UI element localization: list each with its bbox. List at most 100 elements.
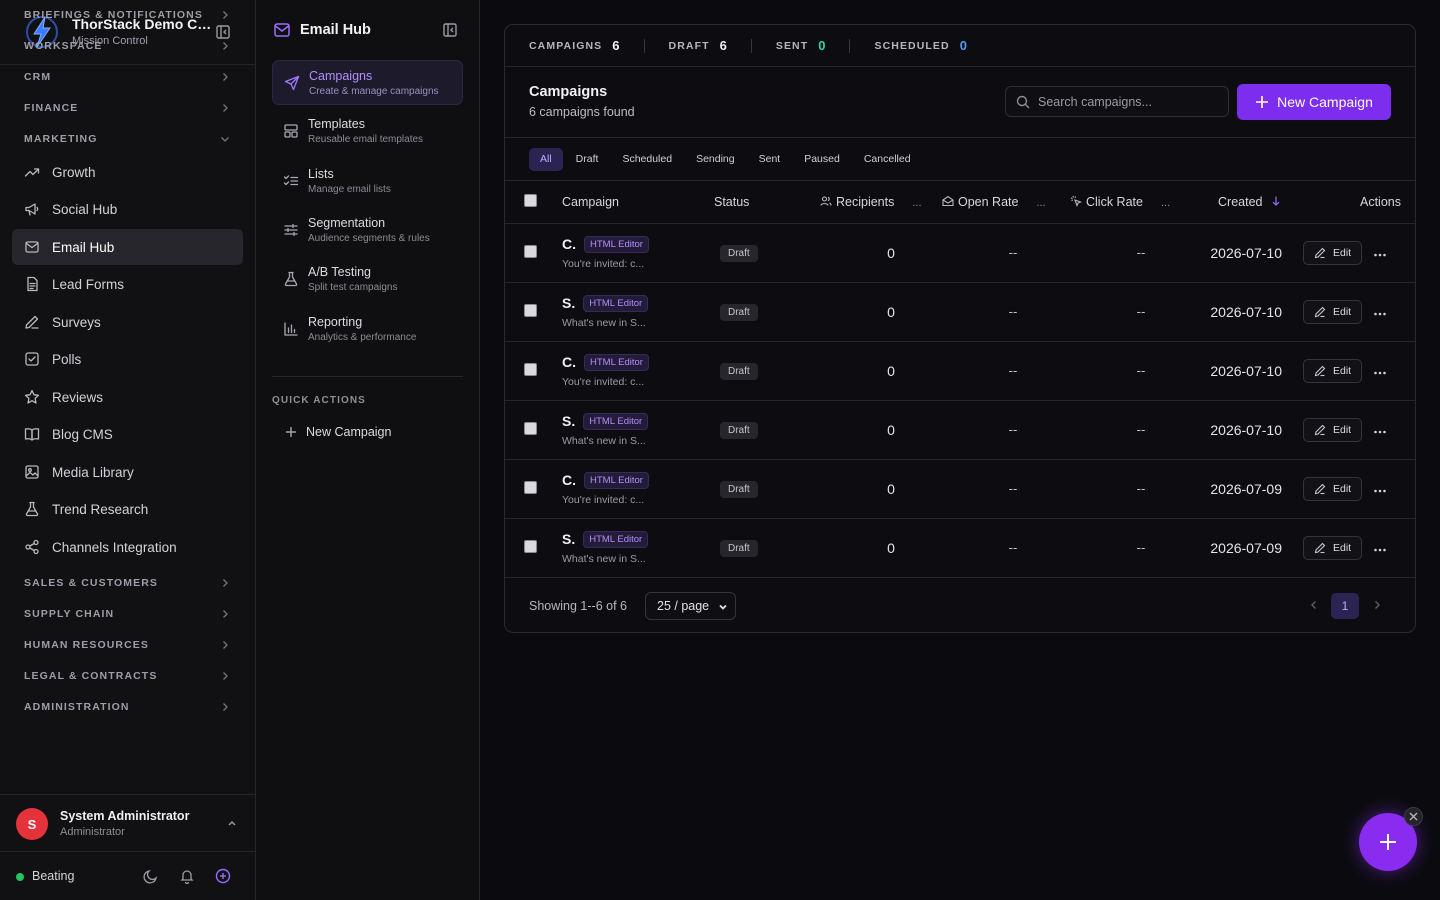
sidebar-item-blog-cms[interactable]: Blog CMS bbox=[12, 416, 243, 452]
subnav-item-templates[interactable]: Templates Reusable email templates bbox=[272, 109, 463, 154]
row-checkbox[interactable] bbox=[524, 303, 537, 317]
subnav-item-label: Lists bbox=[308, 167, 334, 181]
filter-tab-sending[interactable]: Sending bbox=[685, 148, 746, 171]
filter-tab-cancelled[interactable]: Cancelled bbox=[853, 148, 922, 171]
search-input[interactable] bbox=[1038, 87, 1224, 116]
more-options-icon[interactable] bbox=[1372, 424, 1388, 440]
sidebar-item-media-library[interactable]: Media Library bbox=[12, 454, 243, 490]
filter-tab-all[interactable]: All bbox=[529, 147, 563, 171]
new-campaign-button[interactable]: New Campaign bbox=[1237, 84, 1391, 120]
star-icon bbox=[24, 389, 40, 404]
col-click-rate[interactable]: Click Rate... bbox=[1064, 181, 1192, 224]
more-options-icon[interactable] bbox=[1372, 483, 1388, 499]
col-open-rate[interactable]: Open Rate... bbox=[936, 181, 1064, 224]
add-circle-icon[interactable] bbox=[215, 868, 231, 884]
table-row[interactable]: C. HTML Editor You're invited: c... Draft 0 -… bbox=[505, 341, 1415, 401]
sort-desc-icon[interactable] bbox=[1270, 195, 1282, 207]
stat-label: SENT bbox=[775, 39, 809, 52]
filter-tab-draft[interactable]: Draft bbox=[565, 148, 610, 171]
sidebar-section-crm[interactable]: CRM bbox=[12, 62, 243, 92]
moon-icon[interactable] bbox=[143, 868, 159, 884]
row-checkbox[interactable] bbox=[524, 480, 537, 494]
col-created[interactable]: Created bbox=[1192, 181, 1303, 224]
sidebar-item-surveys[interactable]: Surveys bbox=[12, 304, 243, 340]
table-row[interactable]: C. HTML Editor You're invited: c... Draft 0 -… bbox=[505, 223, 1415, 283]
subnav-item-reporting[interactable]: Reporting Analytics & performance bbox=[272, 307, 463, 352]
dismiss-fab-button[interactable] bbox=[1404, 807, 1423, 826]
col-recipients[interactable]: Recipients... bbox=[816, 181, 936, 224]
subnav-item-desc: Analytics & performance bbox=[308, 332, 417, 343]
table-row[interactable]: S. HTML Editor What's new in S... Draft 0 -- -… bbox=[505, 400, 1415, 460]
more-options-icon[interactable] bbox=[1372, 306, 1388, 322]
campaign-name[interactable]: S. bbox=[562, 531, 575, 547]
sidebar-item-email-hub[interactable]: Email Hub bbox=[12, 229, 243, 265]
sidebar-item-reviews[interactable]: Reviews bbox=[12, 379, 243, 415]
edit-button[interactable]: Edit bbox=[1303, 476, 1363, 501]
sidebar-item-social-hub[interactable]: Social Hub bbox=[12, 191, 243, 227]
page-size-select[interactable]: 25 / page bbox=[645, 592, 736, 620]
stat-divider bbox=[750, 38, 752, 53]
sidebar-item-label: Social Hub bbox=[52, 201, 118, 217]
campaign-name[interactable]: C. bbox=[562, 236, 576, 252]
quick-action-new-campaign[interactable]: New Campaign bbox=[272, 420, 463, 444]
chevron-left-icon[interactable] bbox=[1308, 599, 1320, 611]
campaign-name[interactable]: C. bbox=[562, 472, 576, 488]
col-open-rate-more[interactable]: ... bbox=[1036, 197, 1045, 209]
row-checkbox[interactable] bbox=[524, 244, 537, 258]
sidebar-item-growth[interactable]: Growth bbox=[12, 154, 243, 190]
filter-tab-sent[interactable]: Sent bbox=[748, 148, 792, 171]
sidebar-item-lead-forms[interactable]: Lead Forms bbox=[12, 266, 243, 302]
col-click-rate-more[interactable]: ... bbox=[1161, 197, 1170, 209]
campaign-name[interactable]: S. bbox=[562, 413, 575, 429]
edit-button[interactable]: Edit bbox=[1303, 240, 1363, 265]
edit-button[interactable]: Edit bbox=[1303, 535, 1363, 560]
sidebar-item-trend-research[interactable]: Trend Research bbox=[12, 491, 243, 527]
pencil-icon bbox=[1314, 483, 1326, 494]
sidebar-item-polls[interactable]: Polls bbox=[12, 341, 243, 377]
subnav-item-lists[interactable]: Lists Manage email lists bbox=[272, 159, 463, 204]
table-row[interactable]: C. HTML Editor You're invited: c... Draft 0 -… bbox=[505, 459, 1415, 519]
sidebar-section-sales-customers[interactable]: SALES & CUSTOMERS bbox=[12, 568, 243, 598]
sidebar-section-human-resources[interactable]: HUMAN RESOURCES bbox=[12, 630, 243, 660]
row-checkbox[interactable] bbox=[524, 539, 537, 553]
sidebar-section-workspace[interactable]: WORKSPACE bbox=[12, 31, 243, 61]
filter-tab-scheduled[interactable]: Scheduled bbox=[611, 148, 683, 171]
col-status[interactable]: Status bbox=[714, 181, 816, 224]
sidebar-section-briefings-notifications[interactable]: BRIEFINGS & NOTIFICATIONS bbox=[12, 0, 243, 30]
table-row[interactable]: S. HTML Editor What's new in S... Draft 0 -- -… bbox=[505, 518, 1415, 578]
row-checkbox[interactable] bbox=[524, 421, 537, 435]
bell-icon[interactable] bbox=[179, 868, 195, 884]
campaign-name[interactable]: C. bbox=[562, 354, 576, 370]
col-recipients-more[interactable]: ... bbox=[912, 197, 921, 209]
click-rate-value: -- bbox=[1136, 245, 1146, 260]
chevron-right-icon[interactable] bbox=[1371, 599, 1383, 611]
row-checkbox[interactable] bbox=[524, 362, 537, 376]
col-campaign[interactable]: Campaign bbox=[562, 181, 714, 224]
pencil-icon bbox=[1314, 365, 1326, 376]
chevron-up-icon[interactable] bbox=[226, 817, 238, 829]
page-number-button[interactable]: 1 bbox=[1331, 593, 1359, 619]
subnav-item-segmentation[interactable]: Segmentation Audience segments & rules bbox=[272, 208, 463, 253]
sidebar-section-marketing[interactable]: MARKETING bbox=[12, 124, 243, 154]
stat-value: 0 bbox=[959, 38, 967, 53]
edit-button[interactable]: Edit bbox=[1303, 299, 1363, 324]
select-all-checkbox[interactable] bbox=[524, 193, 537, 207]
sidebar-section-supply-chain[interactable]: SUPPLY CHAIN bbox=[12, 599, 243, 629]
sidebar-section-legal-contracts[interactable]: LEGAL & CONTRACTS bbox=[12, 661, 243, 691]
more-options-icon[interactable] bbox=[1372, 542, 1388, 558]
filter-tab-paused[interactable]: Paused bbox=[793, 148, 851, 171]
edit-button[interactable]: Edit bbox=[1303, 417, 1363, 442]
subnav-item-a-b-testing[interactable]: A/B Testing Split test campaigns bbox=[272, 257, 463, 302]
more-options-icon[interactable] bbox=[1372, 365, 1388, 381]
table-row[interactable]: S. HTML Editor What's new in S... Draft 0 -- -… bbox=[505, 282, 1415, 342]
sidebar-section-administration[interactable]: ADMINISTRATION bbox=[12, 692, 243, 722]
user-profile[interactable]: S System Administrator Administrator bbox=[0, 794, 255, 852]
collapse-panel-icon[interactable] bbox=[442, 22, 458, 38]
more-options-icon[interactable] bbox=[1372, 247, 1388, 263]
sidebar-item-channels-integration[interactable]: Channels Integration bbox=[12, 529, 243, 565]
status-badge: Draft bbox=[720, 303, 758, 321]
edit-button[interactable]: Edit bbox=[1303, 358, 1363, 383]
subnav-item-campaigns[interactable]: Campaigns Create & manage campaigns bbox=[272, 60, 463, 105]
sidebar-section-finance[interactable]: FINANCE bbox=[12, 93, 243, 123]
campaign-name[interactable]: S. bbox=[562, 295, 575, 311]
